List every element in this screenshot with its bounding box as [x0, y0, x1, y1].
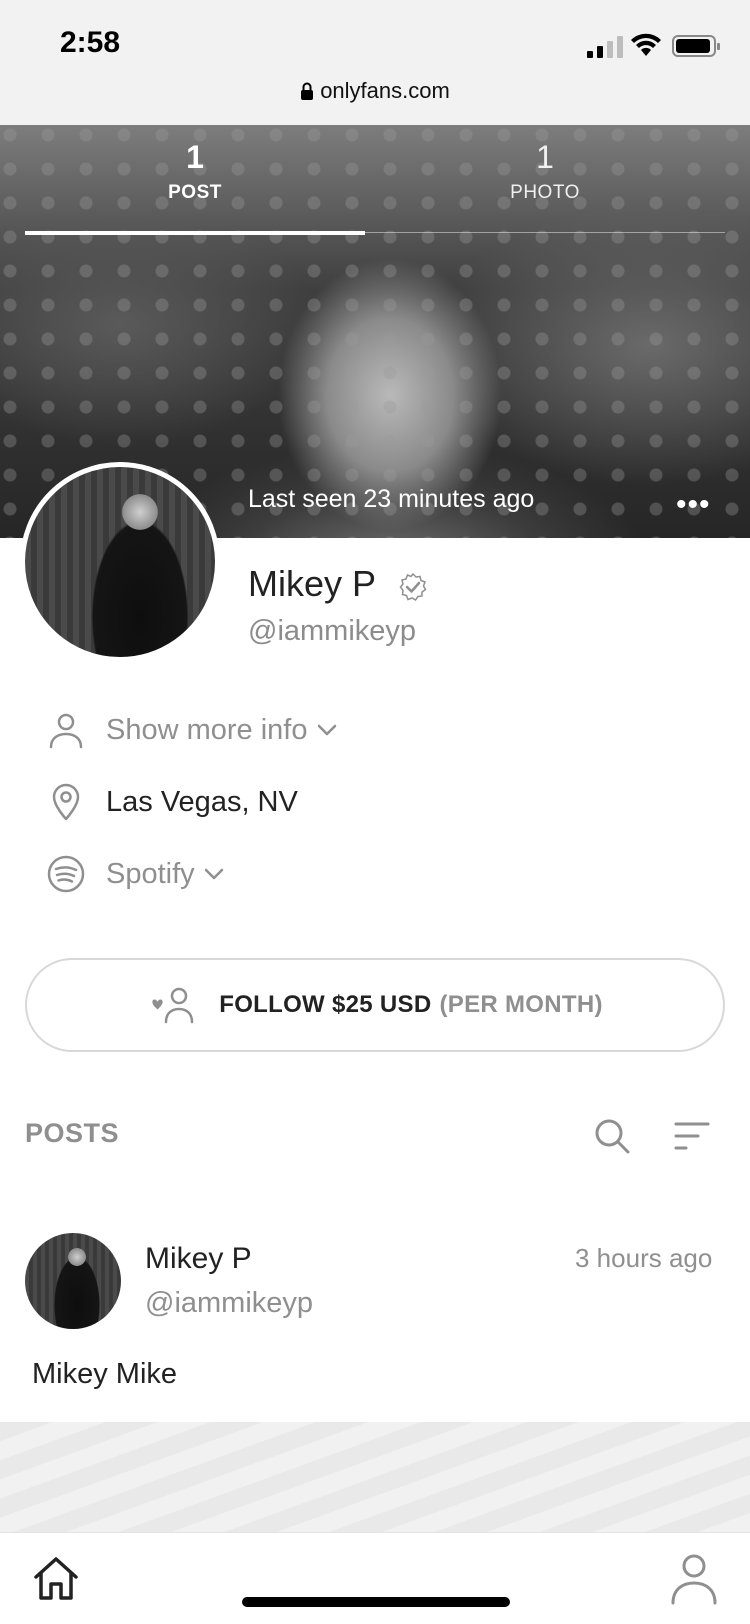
spotify-label: Spotify — [106, 857, 195, 890]
last-seen-text: Last seen 23 minutes ago — [248, 485, 535, 513]
battery-icon — [672, 35, 720, 57]
post-media-preview[interactable] — [0, 1422, 750, 1532]
profile-name: Mikey P — [248, 563, 377, 604]
tab-photo-label: PHOTO — [510, 182, 580, 203]
tab-photo[interactable]: 1 PHOTO — [445, 139, 645, 204]
show-more-info-row[interactable]: Show more info — [46, 707, 338, 753]
post-timestamp: 3 hours ago — [575, 1243, 713, 1273]
sort-icon[interactable] — [672, 1118, 712, 1154]
spotify-icon — [47, 855, 85, 893]
tab-divider — [365, 232, 725, 233]
post-author-handle[interactable]: @iammikeyp — [145, 1287, 313, 1320]
url-text: onlyfans.com — [320, 78, 450, 103]
address-bar[interactable]: onlyfans.com — [0, 78, 750, 104]
post-author-avatar[interactable] — [25, 1233, 121, 1329]
home-icon[interactable] — [30, 1553, 82, 1605]
profile-handle: @iammikeyp — [248, 615, 417, 647]
tab-post[interactable]: 1 POST — [95, 139, 295, 204]
follow-user-heart-icon — [152, 987, 194, 1024]
home-indicator — [242, 1597, 510, 1607]
follow-period-label: (PER MONTH) — [439, 991, 603, 1018]
more-dots-icon[interactable]: ••• — [676, 490, 711, 520]
location-pin-icon — [52, 783, 80, 821]
profile-icon[interactable] — [668, 1551, 720, 1607]
posts-section-title: POSTS — [25, 1118, 120, 1148]
signal-icon — [587, 36, 623, 58]
tab-photo-count: 1 — [536, 139, 554, 175]
location-label: Las Vegas, NV — [106, 785, 298, 818]
show-more-info-label: Show more info — [106, 713, 308, 746]
bottom-nav — [0, 1532, 750, 1624]
status-time: 2:58 — [60, 26, 121, 59]
user-icon — [49, 713, 83, 749]
spotify-row[interactable]: Spotify — [46, 851, 225, 897]
chevron-down-icon — [204, 868, 223, 880]
follow-price-label: FOLLOW $25 USD — [219, 991, 432, 1018]
post-author-name[interactable]: Mikey P — [145, 1242, 252, 1276]
chevron-down-icon — [317, 724, 336, 736]
post-text: Mikey Mike — [32, 1358, 178, 1390]
verified-check-icon — [399, 572, 427, 601]
wifi-icon — [631, 33, 661, 56]
search-icon[interactable] — [592, 1116, 632, 1156]
profile-avatar[interactable] — [20, 462, 220, 662]
active-tab-indicator — [25, 231, 365, 235]
lock-icon — [301, 82, 314, 100]
tab-post-label: POST — [168, 182, 222, 203]
location-row: Las Vegas, NV — [46, 779, 298, 825]
status-bar: 2:58 onlyfans.com — [0, 0, 750, 125]
follow-button[interactable]: FOLLOW $25 USD (PER MONTH) — [25, 958, 725, 1052]
tab-post-count: 1 — [186, 139, 204, 175]
